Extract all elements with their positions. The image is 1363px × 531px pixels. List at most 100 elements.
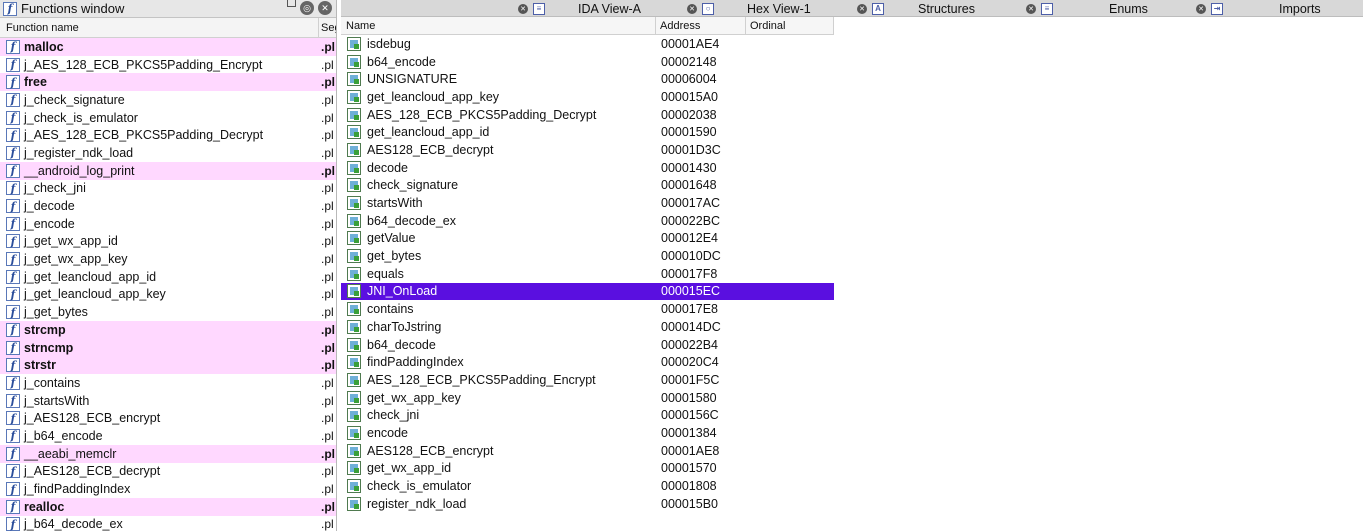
table-row[interactable]: f j_AES128_ECB_decrypt .pl bbox=[0, 463, 336, 481]
table-row[interactable]: contains 000017E8 bbox=[341, 300, 834, 318]
window-buttons: ◎ ✕ bbox=[287, 0, 332, 15]
symbol-address: 000017E8 bbox=[661, 302, 719, 317]
function-name: j_get_leancloud_app_key bbox=[24, 287, 166, 302]
table-row[interactable]: isdebug 00001AE4 bbox=[341, 35, 834, 53]
exported-name-icon bbox=[347, 496, 361, 511]
minimize-icon[interactable] bbox=[287, 0, 296, 7]
column-name[interactable]: Name bbox=[346, 17, 375, 35]
tab-hex-view-1[interactable]: ✕ ○ Hex View-1 bbox=[687, 0, 857, 17]
table-row[interactable]: f j_check_is_emulator .pl bbox=[0, 109, 336, 127]
table-row[interactable]: f j_AES128_ECB_encrypt .pl bbox=[0, 409, 336, 427]
table-row[interactable]: f j_get_leancloud_app_key .pl bbox=[0, 286, 336, 304]
function-name: j_AES_128_ECB_PKCS5Padding_Decrypt bbox=[24, 128, 264, 143]
table-row[interactable]: f j_AES_128_ECB_PKCS5Padding_Decrypt .pl bbox=[0, 126, 336, 144]
symbol-name: get_wx_app_id bbox=[367, 461, 452, 476]
table-row[interactable]: f j_register_ndk_load .pl bbox=[0, 144, 336, 162]
table-row[interactable]: get_bytes 000010DC bbox=[341, 247, 834, 265]
table-row[interactable]: get_leancloud_app_key 000015A0 bbox=[341, 88, 834, 106]
table-row[interactable]: check_is_emulator 00001808 bbox=[341, 477, 834, 495]
table-row[interactable]: f strcmp .pl bbox=[0, 321, 336, 339]
table-row[interactable]: b64_decode_ex 000022BC bbox=[341, 212, 834, 230]
function-name: j_encode bbox=[24, 216, 75, 231]
table-row[interactable]: f malloc .pl bbox=[0, 38, 336, 56]
exported-name-icon bbox=[347, 302, 361, 317]
table-row[interactable]: f j_findPaddingIndex .pl bbox=[0, 480, 336, 498]
table-row[interactable]: f j_contains .pl bbox=[0, 374, 336, 392]
table-row[interactable]: get_wx_app_key 00001580 bbox=[341, 389, 834, 407]
table-row[interactable]: charToJstring 000014DC bbox=[341, 318, 834, 336]
table-row[interactable]: b64_encode 00002148 bbox=[341, 53, 834, 71]
close-icon[interactable]: ✕ bbox=[318, 1, 332, 15]
table-row[interactable]: f j_check_signature .pl bbox=[0, 91, 336, 109]
table-row[interactable]: check_signature 00001648 bbox=[341, 177, 834, 195]
close-icon[interactable]: ✕ bbox=[1026, 3, 1036, 14]
table-row[interactable]: AES128_ECB_encrypt 00001AE8 bbox=[341, 442, 834, 460]
function-segment: .pl bbox=[321, 75, 335, 90]
table-row[interactable]: f free .pl bbox=[0, 73, 336, 92]
table-row[interactable]: f strncmp .pl bbox=[0, 338, 336, 357]
table-row[interactable]: f j_decode .pl bbox=[0, 197, 336, 215]
symbol-address: 000017F8 bbox=[661, 266, 718, 281]
table-row[interactable]: f __android_log_print .pl bbox=[0, 161, 336, 180]
function-segment: .pl bbox=[321, 39, 335, 54]
tab-ida-view-a[interactable]: ✕ ≡ IDA View-A bbox=[518, 0, 688, 17]
table-row[interactable]: b64_decode 000022B4 bbox=[341, 336, 834, 354]
table-row[interactable]: get_wx_app_id 00001570 bbox=[341, 460, 834, 478]
close-icon[interactable]: ✕ bbox=[687, 3, 697, 14]
table-row[interactable]: register_ndk_load 000015B0 bbox=[341, 495, 834, 513]
table-row[interactable]: f realloc .pl bbox=[0, 497, 336, 516]
function-icon: f bbox=[3, 1, 17, 16]
table-row[interactable]: findPaddingIndex 000020C4 bbox=[341, 353, 834, 371]
function-segment: .pl bbox=[321, 110, 334, 125]
function-segment: .pl bbox=[321, 464, 334, 479]
function-segment: .pl bbox=[321, 252, 334, 267]
close-icon[interactable]: ✕ bbox=[1196, 3, 1206, 14]
table-row[interactable]: decode 00001430 bbox=[341, 159, 834, 177]
table-row[interactable]: f j_AES_128_ECB_PKCS5Padding_Encrypt .pl bbox=[0, 56, 336, 74]
function-segment: .pl bbox=[321, 482, 334, 497]
table-row[interactable]: startsWith 000017AC bbox=[341, 194, 834, 212]
table-row[interactable]: getValue 000012E4 bbox=[341, 230, 834, 248]
exported-name-icon bbox=[347, 284, 361, 299]
function-segment: .pl bbox=[321, 216, 334, 231]
symbol-name: contains bbox=[367, 302, 414, 317]
imports-icon: ⇥ bbox=[1211, 2, 1223, 15]
table-row[interactable]: f j_startsWith .pl bbox=[0, 392, 336, 410]
table-row[interactable]: f j_b64_encode .pl bbox=[0, 427, 336, 445]
tab-enums[interactable]: ✕ ≡ Enums bbox=[1026, 0, 1196, 17]
table-row[interactable]: check_jni 0000156C bbox=[341, 406, 834, 424]
table-row[interactable]: AES128_ECB_decrypt 00001D3C bbox=[341, 141, 834, 159]
table-row[interactable]: f j_b64_decode_ex .pl bbox=[0, 516, 336, 531]
table-row[interactable]: f strstr .pl bbox=[0, 356, 336, 375]
table-row[interactable]: get_leancloud_app_id 00001590 bbox=[341, 123, 834, 141]
table-row[interactable]: f j_get_leancloud_app_id .pl bbox=[0, 268, 336, 286]
exported-name-icon bbox=[347, 125, 361, 140]
table-row[interactable]: AES_128_ECB_PKCS5Padding_Decrypt 00002038 bbox=[341, 106, 834, 124]
column-ordinal[interactable]: Ordinal bbox=[745, 17, 834, 35]
exported-name-icon bbox=[347, 54, 361, 69]
table-row[interactable]: f j_get_wx_app_key .pl bbox=[0, 250, 336, 268]
close-icon[interactable]: ✕ bbox=[857, 3, 867, 14]
close-icon[interactable]: ✕ bbox=[518, 3, 528, 14]
functions-window: f Functions window ◎ ✕ Function name Seg… bbox=[0, 0, 337, 531]
table-row[interactable]: UNSIGNATURE 00006004 bbox=[341, 70, 834, 88]
table-row[interactable]: f __aeabi_memclr .pl bbox=[0, 444, 336, 463]
table-row[interactable]: equals 000017F8 bbox=[341, 265, 834, 283]
table-row[interactable]: f j_get_bytes .pl bbox=[0, 303, 336, 321]
tab-imports[interactable]: ✕ ⇥ Imports bbox=[1196, 0, 1363, 17]
exported-name-icon bbox=[347, 319, 361, 334]
float-icon[interactable]: ◎ bbox=[300, 1, 314, 15]
names-table-header: Name Address Ordinal bbox=[341, 17, 834, 35]
tab-label: Imports bbox=[1279, 1, 1321, 16]
table-row[interactable]: f j_get_wx_app_id .pl bbox=[0, 233, 336, 251]
column-function-name[interactable]: Function name bbox=[6, 22, 316, 34]
table-row[interactable]: encode 00001384 bbox=[341, 424, 834, 442]
table-row[interactable]: f j_check_jni .pl bbox=[0, 180, 336, 198]
table-row[interactable]: AES_128_ECB_PKCS5Padding_Encrypt 00001F5C bbox=[341, 371, 834, 389]
column-address[interactable]: Address bbox=[655, 17, 745, 35]
column-segment[interactable]: Seg bbox=[318, 17, 336, 38]
tab-structures[interactable]: ✕ A Structures bbox=[857, 0, 1027, 17]
table-row[interactable]: JNI_OnLoad 000015EC bbox=[341, 282, 834, 301]
table-row[interactable]: f j_encode .pl bbox=[0, 215, 336, 233]
symbol-address: 00006004 bbox=[661, 72, 717, 87]
